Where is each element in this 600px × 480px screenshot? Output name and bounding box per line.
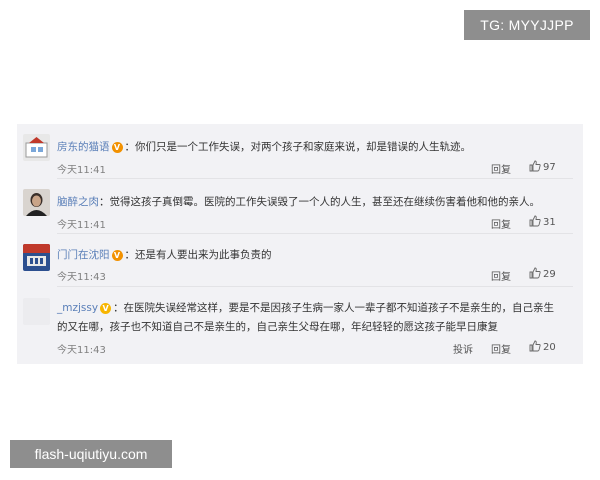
- comment-time: 今天11:41: [57, 220, 106, 231]
- comment-body: 门门在沈阳 V ：还是有人要出来为此事负责的: [57, 247, 272, 262]
- like-count: 97: [543, 162, 556, 173]
- like-button[interactable]: 97: [529, 160, 556, 173]
- comment-text-continued: 的又在哪，孩子也不知道自己不是亲生的，自己亲生父母在哪，年纪轻轻的愿这孩子能早日…: [57, 321, 498, 333]
- username-link[interactable]: 脑醉之肉: [57, 196, 99, 208]
- comment-body: 脑醉之肉：觉得这孩子真倒霉。医院的工作失误毁了一个人的人生，甚至还在继续伤害着他…: [57, 194, 540, 209]
- like-button[interactable]: 31: [529, 215, 556, 228]
- reply-button[interactable]: 回复: [491, 216, 511, 231]
- watermark-site: flash-uqiutiyu.com: [10, 440, 172, 468]
- avatar[interactable]: [23, 244, 50, 271]
- username-link[interactable]: 门门在沈阳: [57, 249, 110, 261]
- comment-list: 房东的猫语 V ：你们只是一个工作失误，对两个孩子和家庭来说，却是错误的人生轨迹。 …: [17, 124, 583, 364]
- avatar[interactable]: [23, 189, 50, 216]
- like-button[interactable]: 29: [529, 267, 556, 280]
- verified-badge-icon: V: [100, 303, 112, 314]
- comment-text: ：你们只是一个工作失误，对两个孩子和家庭来说，却是错误的人生轨迹。: [124, 141, 472, 153]
- comment-text: ：觉得这孩子真倒霉。医院的工作失误毁了一个人的人生，甚至还在继续伤害着他和他的亲…: [99, 196, 540, 208]
- comment-time: 今天11:41: [57, 165, 106, 176]
- like-count: 31: [543, 217, 556, 228]
- divider: [57, 286, 573, 287]
- divider: [57, 178, 573, 179]
- username-link[interactable]: _mzjssy: [57, 302, 98, 314]
- thumbs-up-icon: [529, 215, 541, 227]
- verified-badge-icon: V: [111, 142, 123, 153]
- comment-body: _mzjssy V ：在医院失误经常这样，要是不是因孩子生病一家人一辈子都不知道孩子…: [57, 300, 554, 315]
- like-button[interactable]: 20: [529, 340, 556, 353]
- comment-time: 今天11:43: [57, 345, 106, 356]
- comment-text: ：在医院失误经常这样，要是不是因孩子生病一家人一辈子都不知道孩子不是亲生的，自己…: [113, 302, 555, 314]
- username-link[interactable]: 房东的猫语: [57, 141, 110, 153]
- like-count: 29: [543, 269, 556, 280]
- reply-button[interactable]: 回复: [491, 268, 511, 283]
- divider: [57, 233, 573, 234]
- reply-button[interactable]: 回复: [491, 341, 511, 356]
- thumbs-up-icon: [529, 340, 541, 352]
- like-count: 20: [543, 342, 556, 353]
- comment-body: 房东的猫语 V ：你们只是一个工作失误，对两个孩子和家庭来说，却是错误的人生轨迹。: [57, 139, 471, 154]
- avatar[interactable]: [23, 134, 50, 161]
- reply-button[interactable]: 回复: [491, 161, 511, 176]
- thumbs-up-icon: [529, 267, 541, 279]
- verified-badge-icon: V: [111, 250, 123, 261]
- comment-time: 今天11:43: [57, 272, 106, 283]
- watermark-tg: TG: MYYJJPP: [464, 10, 590, 40]
- comment-text: ：还是有人要出来为此事负责的: [124, 249, 272, 261]
- avatar[interactable]: [23, 298, 50, 325]
- thumbs-up-icon: [529, 160, 541, 172]
- report-button[interactable]: 投诉: [453, 341, 473, 356]
